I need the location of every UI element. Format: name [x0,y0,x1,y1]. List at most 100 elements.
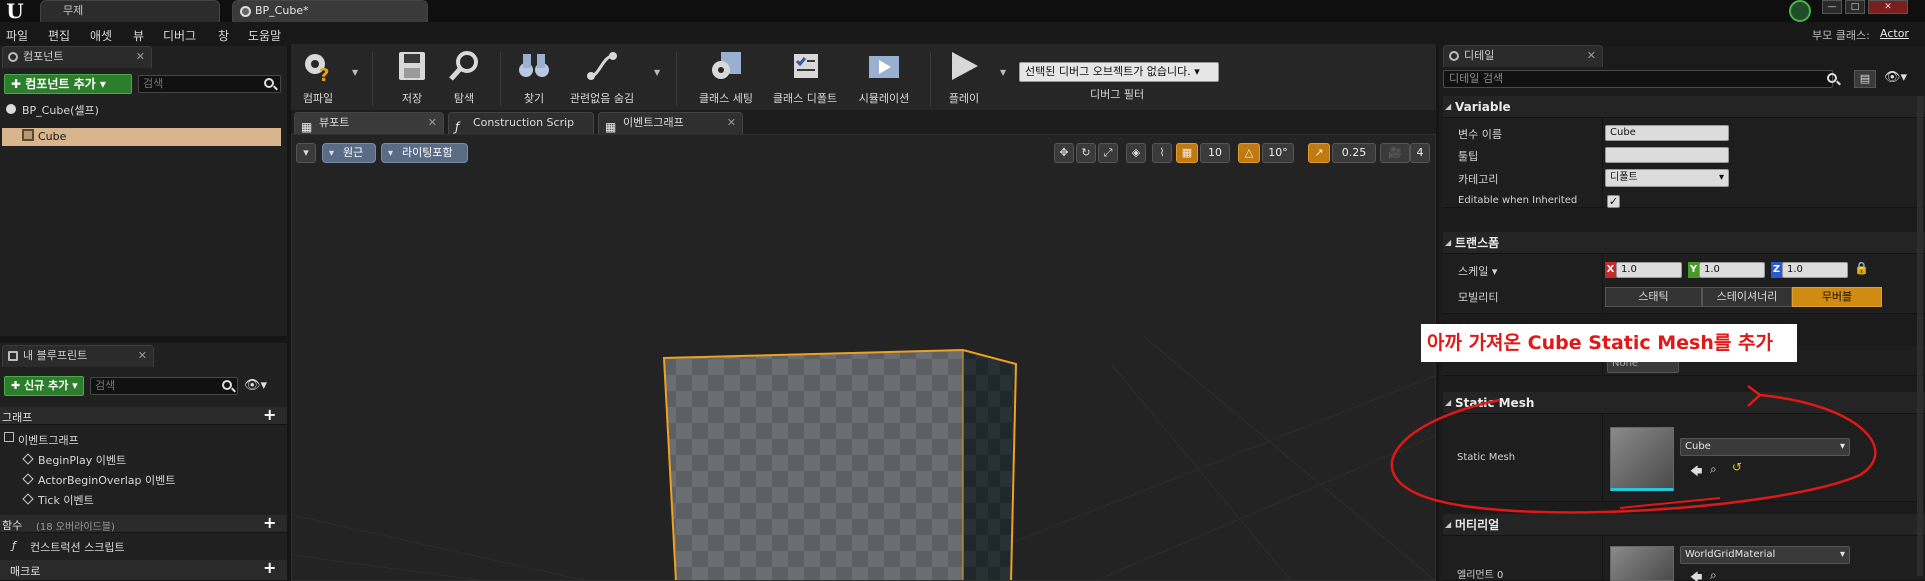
details-search-input[interactable]: 디테일 검색 [1443,70,1833,88]
play-label: 플레이 [948,92,980,105]
transform-category-header[interactable]: 트랜스폼 [1443,232,1925,254]
source-control-badge[interactable] [1787,0,1817,22]
class-settings-gear-icon [712,52,741,79]
close-window-button[interactable]: ✕ [1868,0,1908,14]
hide-unrelated-button[interactable]: 관련없음 숨김 [562,48,642,108]
material-select[interactable]: WorldGridMaterial ▾ [1680,546,1850,564]
tooltip-label: 툴팁 [1458,150,1479,163]
hide-unrelated-arrow-icon[interactable]: ▼ [654,68,660,77]
save-button[interactable]: 저장 [390,48,434,108]
close-icon[interactable]: ✕ [1587,46,1596,66]
menu-asset[interactable]: 애셋 [90,27,112,44]
details-tab[interactable]: 디테일 ✕ [1443,45,1603,67]
visibility-eye-icon[interactable]: 👁▾ [1884,70,1907,85]
maximize-button[interactable]: □ [1845,0,1865,14]
save-disk-icon [399,52,425,80]
debug-object-select[interactable]: 선택된 디버그 오브젝트가 없습니다. ▾ [1019,62,1219,82]
parent-class-link[interactable]: Actor [1880,27,1909,40]
scale-label[interactable]: 스케일 ▾ [1458,263,1497,279]
compile-options-arrow-icon[interactable]: ▼ [352,68,358,77]
grid-snap-toggle[interactable]: ▦ [1176,143,1198,163]
grid-snap-value[interactable]: 10 [1200,143,1230,163]
scale-x-input[interactable]: 1.0 [1616,262,1682,278]
add-graph-icon[interactable]: + [263,405,276,424]
event-item-beginplay[interactable]: BeginPlay 이벤트 [38,452,126,468]
component-search-input[interactable]: 검색 [138,75,281,93]
scale-snap-toggle[interactable]: ↗ [1308,143,1330,163]
event-item-tick[interactable]: Tick 이벤트 [38,492,94,508]
scale-tool-icon[interactable]: ⤢ [1098,143,1118,163]
menu-file[interactable]: 파일 [6,27,28,44]
tab-viewport[interactable]: ▦ 뷰포트 ✕ [294,112,444,134]
camera-speed-icon[interactable]: 🎥 [1380,143,1410,163]
graphs-section[interactable] [0,407,287,425]
close-icon[interactable]: ✕ [428,113,437,133]
scale-snap-value[interactable]: 0.25 [1332,143,1376,163]
mobility-static-button[interactable]: 스태틱 [1605,287,1702,307]
simulation-button[interactable]: 시뮬레이션 [852,48,916,108]
class-settings-button[interactable]: 클래스 세팅 [694,48,758,108]
construction-script-item[interactable]: 컨스트럭션 스크립트 [30,539,125,555]
close-icon[interactable]: ✕ [727,113,736,133]
details-scrollbar[interactable] [1917,96,1923,576]
tab-event-graph[interactable]: ▦ 이벤트그래프 ✕ [598,112,743,134]
rotation-snap-value[interactable]: 10° [1262,143,1294,163]
menu-debug[interactable]: 디버그 [163,27,196,44]
editable-inherited-checkbox[interactable]: ✓ [1607,195,1620,208]
event-graph-item[interactable]: 이벤트그래프 [18,432,79,448]
viewport-options-menu[interactable]: ▾ [296,143,316,163]
perspective-button[interactable]: ▾ 원근 [322,143,376,163]
rotate-tool-icon[interactable]: ↻ [1076,143,1096,163]
menu-edit[interactable]: 편집 [48,27,70,44]
lighting-mode-button[interactable]: ▾ 라이팅포함 [381,143,468,163]
use-selected-arrow-icon[interactable]: 🡄 [1690,568,1702,581]
material-thumbnail[interactable] [1610,546,1674,581]
viewport-canvas[interactable] [291,134,1436,581]
menu-help[interactable]: 도움말 [248,27,281,44]
property-matrix-icon[interactable]: ▤ [1854,70,1876,88]
document-tab-bp-cube[interactable]: BP_Cube* [232,0,428,22]
class-defaults-button[interactable]: 클래스 디폴트 [770,48,840,108]
browse-asset-icon[interactable]: ⌕ [1710,568,1717,581]
badge-icon [1789,0,1811,22]
translate-tool-icon[interactable]: ✥ [1054,143,1074,163]
menu-window[interactable]: 창 [218,27,229,44]
mobility-movable-button[interactable]: 무버블 [1792,287,1882,307]
category-select[interactable]: 디폴트 ▾ [1605,169,1729,187]
play-button[interactable]: 플레이 [942,48,986,108]
play-triangle-icon [952,52,978,80]
tab-construction-script[interactable]: ƒ Construction Scrip [448,112,594,134]
add-function-icon[interactable]: + [263,513,276,532]
blueprint-search-input[interactable]: 검색 [90,377,238,395]
scale-lock-icon[interactable]: 🔒 [1854,261,1869,275]
document-tab-untitled[interactable]: 무제 [40,0,220,22]
add-macro-icon[interactable]: + [263,558,276,577]
find-button[interactable]: 찾기 [512,48,556,108]
components-tab[interactable]: 컴포넌트 ✕ [2,46,152,68]
camera-speed-value[interactable]: 4 [1410,143,1430,163]
scale-y-input[interactable]: 1.0 [1699,262,1765,278]
add-component-button[interactable]: ✚ 컴포넌트 추가 ▾ [4,74,132,94]
close-icon[interactable]: ✕ [136,47,145,67]
scale-z-input[interactable]: 1.0 [1782,262,1848,278]
component-root-label[interactable]: BP_Cube(셀프) [22,102,99,118]
macros-section[interactable] [0,560,287,581]
compile-button[interactable]: ? 컴파일 [296,48,340,108]
component-cube-label: Cube [38,130,67,143]
close-icon[interactable]: ✕ [138,346,147,366]
var-name-input[interactable]: Cube [1605,125,1729,141]
play-options-arrow-icon[interactable]: ▼ [1000,68,1006,77]
my-blueprint-tab[interactable]: 내 블루프린트 ✕ [2,345,154,367]
variable-category-header[interactable]: Variable [1443,96,1925,118]
world-local-icon[interactable]: ◈ [1126,143,1146,163]
visibility-eye-icon[interactable]: 👁▾ [244,378,267,393]
tooltip-input[interactable] [1605,147,1729,163]
add-new-button[interactable]: ✚ 신규 추가 ▾ [4,376,84,396]
event-item-beginoverlap[interactable]: ActorBeginOverlap 이벤트 [38,472,175,488]
browse-button[interactable]: 탐색 [442,48,486,108]
mobility-stationary-button[interactable]: 스테이셔너리 [1702,287,1792,307]
minimize-button[interactable]: — [1822,0,1842,14]
rotation-snap-toggle[interactable]: △ [1238,143,1260,163]
surface-snap-icon[interactable]: ⌇ [1152,143,1172,163]
menu-view[interactable]: 뷰 [133,27,144,44]
